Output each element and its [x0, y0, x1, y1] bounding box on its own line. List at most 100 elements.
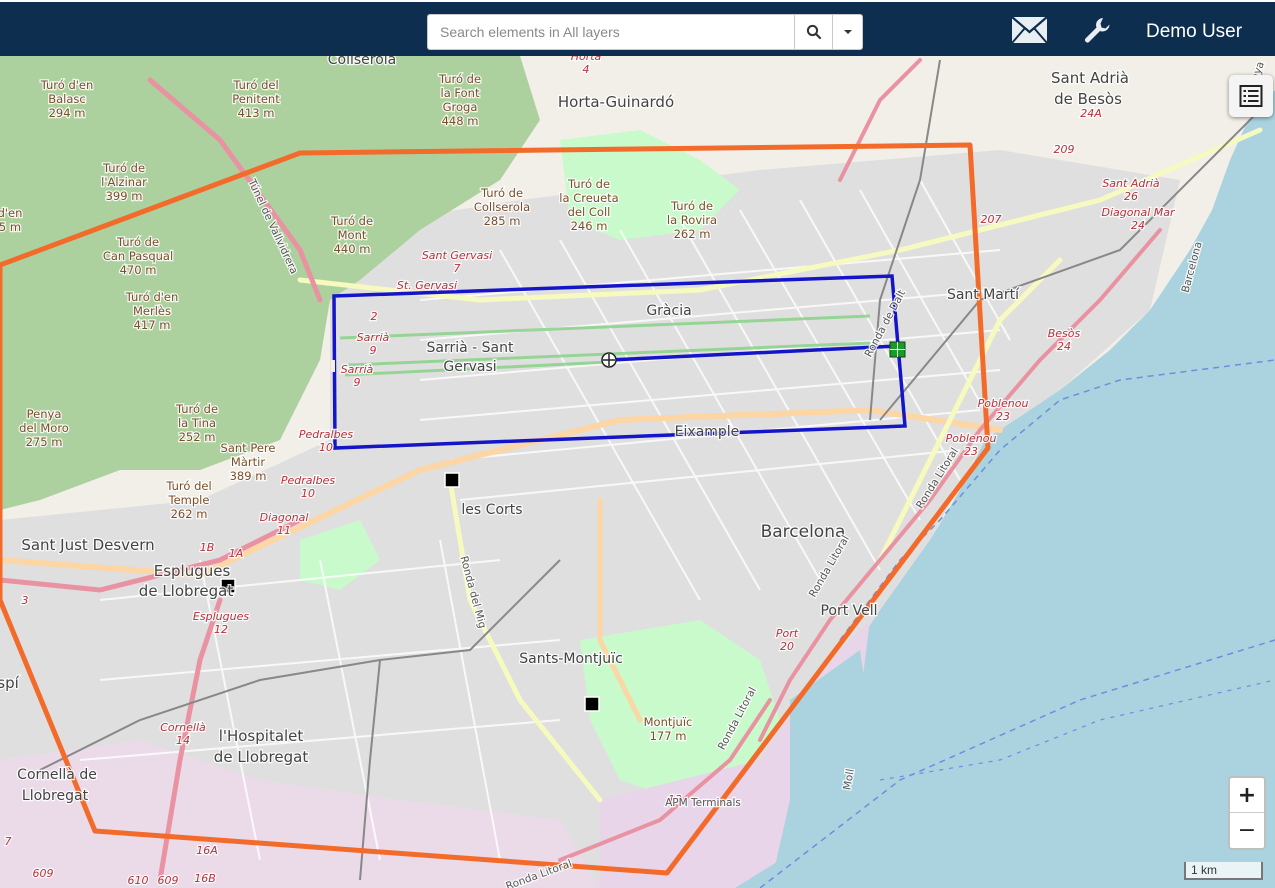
peak-label: Turó de	[175, 402, 218, 416]
district-label: de Llobregat	[214, 748, 309, 766]
layers-button[interactable]	[1229, 75, 1273, 117]
peak-label: 262 m	[674, 227, 711, 241]
district-label: les Corts	[461, 502, 522, 518]
peak-label: Sant Pere	[221, 441, 276, 455]
search-button[interactable]	[794, 15, 832, 49]
station-label: Besòs	[1048, 327, 1081, 340]
district-label: Sarrià - Sant	[427, 340, 514, 356]
district-label: Port Vell	[820, 603, 877, 619]
district-label: Cornellà de	[17, 767, 97, 783]
peak-label: Turó del	[232, 78, 278, 92]
peak-label: 389 m	[230, 469, 267, 483]
peak-label: 262 m	[171, 507, 208, 521]
peak-label: 246 m	[571, 219, 608, 233]
search-box	[427, 14, 863, 50]
station-label: 2	[371, 310, 378, 323]
peak-label: Turó del	[165, 479, 211, 493]
peak-label: Turó de	[670, 199, 713, 213]
district-label: spí	[0, 674, 20, 692]
peak-label: la Rovira	[667, 213, 717, 227]
zoom-out-button[interactable]: −	[1230, 813, 1264, 848]
station-label: 16B	[194, 872, 216, 885]
station-label: Cornellà	[160, 721, 206, 734]
station-label: 12	[214, 623, 228, 636]
district-label: Eixample	[675, 424, 740, 440]
layer-list-icon	[1239, 85, 1263, 107]
district-label: Sant Martí	[947, 287, 1020, 303]
peak-label: 252 m	[179, 430, 216, 444]
station-label: Sant Adrià	[1102, 177, 1160, 190]
station-label: Sarrià	[357, 331, 390, 344]
station-label: Sarrià	[341, 363, 374, 376]
station-label: 7	[454, 262, 461, 275]
peak-label: Collserola	[474, 200, 530, 214]
station-label: 10	[301, 487, 315, 500]
map-marker[interactable]	[444, 472, 460, 488]
station-label: Diagonal Mar	[1102, 206, 1176, 219]
station-label: Port	[776, 627, 799, 640]
peak-label: Can Pasqual	[103, 249, 173, 263]
peak-label: 440 m	[334, 242, 371, 256]
district-label: de Llobregat	[139, 582, 234, 600]
top-bar: Demo User	[0, 0, 1275, 56]
grid-marker[interactable]	[889, 341, 906, 358]
zoom-in-button[interactable]: +	[1230, 778, 1264, 813]
peak-label: Balasc	[48, 92, 86, 106]
caret-down-icon	[843, 30, 852, 34]
district-label: de Besòs	[1054, 90, 1122, 108]
peak-label: 275 m	[26, 435, 63, 449]
peak-label: Mont	[338, 228, 367, 242]
settings-button[interactable]	[1083, 16, 1111, 48]
station-label: 23	[964, 445, 978, 458]
station-label: 7	[5, 835, 12, 848]
district-label: Sants-Montjuïc	[519, 651, 623, 667]
peak-label: Turó de	[330, 214, 373, 228]
station-label: 4	[583, 63, 590, 76]
station-label: 609	[158, 874, 179, 887]
station-label: 1A	[229, 547, 244, 560]
peak-label: 417 m	[134, 318, 171, 332]
peak-label: 470 m	[120, 263, 157, 277]
street-label: APM Terminals	[665, 797, 741, 809]
move-handle-icon[interactable]	[601, 352, 617, 368]
messages-button[interactable]	[1011, 16, 1048, 48]
district-label: Llobregat	[22, 788, 89, 804]
station-label: 11	[277, 524, 291, 537]
district-label: Esplugues	[154, 562, 231, 580]
district-label: l'Hospitalet	[219, 727, 304, 745]
map-canvas[interactable]: Horta-Guinardó Sant Adrià de Besòs Gràcia Sa…	[0, 56, 1275, 888]
scale-bar: 1 km	[1184, 862, 1263, 880]
peak-label: la Font	[441, 86, 480, 100]
peak-label: Turó de	[116, 235, 159, 249]
district-label: Gervasi	[443, 359, 496, 375]
station-label: 24	[1057, 340, 1071, 353]
wrench-icon	[1085, 18, 1110, 43]
station-label: Horta	[571, 56, 602, 63]
station-label: 1B	[200, 541, 215, 554]
district-label: Gràcia	[646, 303, 691, 319]
search-scope-dropdown[interactable]	[832, 15, 862, 49]
station-label: St. Gervasi	[397, 279, 457, 292]
station-label: 26	[1124, 190, 1138, 203]
map-marker[interactable]	[584, 696, 600, 712]
peak-label: la Tina	[178, 416, 216, 430]
station-label: 20	[780, 640, 794, 653]
search-input[interactable]	[428, 15, 794, 49]
station-label: Diagonal	[260, 511, 309, 524]
peak-label: 5 m	[0, 220, 21, 234]
envelope-icon	[1011, 16, 1048, 44]
user-menu[interactable]: Demo User	[1146, 21, 1242, 43]
peak-label: 399 m	[106, 189, 143, 203]
peak-label: 177 m	[650, 729, 687, 743]
peak-label: Montjuïc	[644, 715, 693, 729]
peak-label: Penya	[27, 407, 62, 421]
station-label: Poblenou	[946, 432, 997, 445]
station-label: 10	[319, 441, 333, 454]
district-label: Sant Just Desvern	[21, 536, 154, 554]
station-label: 610	[128, 874, 149, 887]
peak-label: Turó de	[480, 186, 523, 200]
peak-label: Turó d'en	[40, 78, 94, 92]
peak-label: Merlès	[133, 304, 171, 318]
station-label: 16A	[196, 844, 218, 857]
zoom-control: + −	[1228, 776, 1266, 850]
